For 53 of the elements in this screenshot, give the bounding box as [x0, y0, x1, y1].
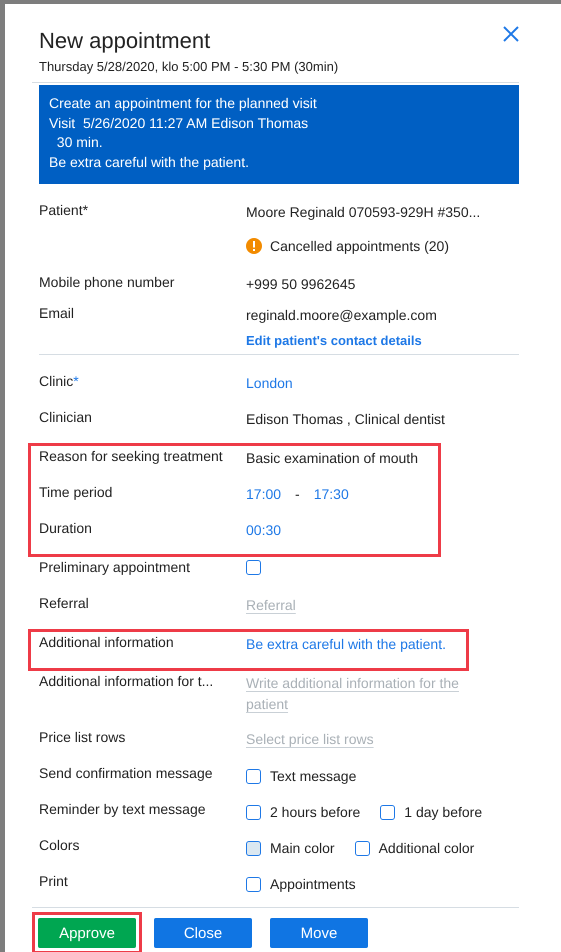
field-label: Print — [39, 872, 69, 889]
text-field[interactable]: Referral — [246, 595, 296, 616]
checkbox-label: 1 day before — [404, 803, 482, 822]
start-time-link[interactable]: 17:00 — [246, 484, 282, 504]
checkbox[interactable] — [246, 804, 261, 820]
text-field[interactable]: Write additional information for the patient — [246, 673, 486, 715]
field-label: Duration — [39, 519, 93, 536]
field-value: +999 50 9962645 — [246, 276, 356, 292]
checkbox[interactable] — [354, 840, 370, 856]
field-label: Additional information — [39, 633, 175, 650]
checkbox-label: 2 hours before — [270, 803, 360, 822]
checkbox[interactable] — [246, 876, 261, 892]
field-link[interactable]: Be extra careful with the patient. — [246, 636, 446, 652]
checkbox[interactable] — [246, 768, 261, 784]
field-label: Price list rows — [39, 728, 126, 745]
field-label: Clinician — [39, 408, 93, 425]
field-label: Colors — [39, 836, 80, 853]
checkbox-label: Additional color — [378, 839, 474, 858]
field-label: Reminder by text message — [39, 800, 207, 817]
dialog-title: New appointment — [39, 28, 212, 54]
warning-icon — [246, 238, 262, 254]
checkbox[interactable] — [246, 560, 261, 575]
field-label: Mobile phone number — [39, 273, 176, 290]
field-link[interactable]: London — [246, 375, 293, 391]
field-label: Reason for seeking treatment — [39, 447, 224, 464]
field-label: Patient* — [39, 201, 90, 218]
field-value: Edison Thomas , Clinical dentist — [246, 411, 445, 427]
field-label: Time period — [39, 483, 114, 500]
field-label: Referral — [39, 594, 90, 611]
field-label: Preliminary appointment — [39, 558, 191, 575]
field-link[interactable]: 00:30 — [246, 522, 282, 538]
field-value: Basic examination of mouth — [246, 450, 418, 466]
notice-banner: Create an appointment for the planned visit Visit 5/26/2020 11:27 AM Edison Thomas 30 min. Be extra careful with the patient. — [39, 85, 519, 184]
field-label: Send confirmation message — [39, 764, 214, 781]
patient-value: Moore Reginald 070593-929H #350... — [246, 203, 482, 222]
checkbox-label: Appointments — [270, 875, 356, 894]
field-label: Clinic* — [39, 372, 80, 389]
field-label: Email — [39, 304, 76, 321]
approve-button[interactable]: Approve — [38, 918, 136, 948]
end-time-link[interactable]: 17:30 — [314, 484, 349, 504]
checkbox[interactable] — [246, 840, 261, 856]
action-button[interactable]: Close — [154, 918, 252, 948]
checkbox-label: Text message — [270, 767, 356, 786]
edit-contact-link[interactable]: Edit patient's contact details — [246, 333, 422, 348]
checkbox[interactable] — [380, 804, 396, 820]
field-value: reginald.moore@example.com — [246, 307, 437, 323]
field-label: Additional information for t... — [39, 672, 214, 689]
action-button[interactable]: Move — [270, 918, 368, 948]
text-field[interactable]: Select price list rows — [246, 729, 374, 750]
time-separator: - — [295, 485, 300, 504]
checkbox-label: Main color — [270, 839, 335, 858]
dialog-subtitle: Thursday 5/28/2020, klo 5:00 PM - 5:30 PM (30min) — [39, 59, 338, 74]
warning-text: Cancelled appointments (20) — [270, 237, 449, 256]
